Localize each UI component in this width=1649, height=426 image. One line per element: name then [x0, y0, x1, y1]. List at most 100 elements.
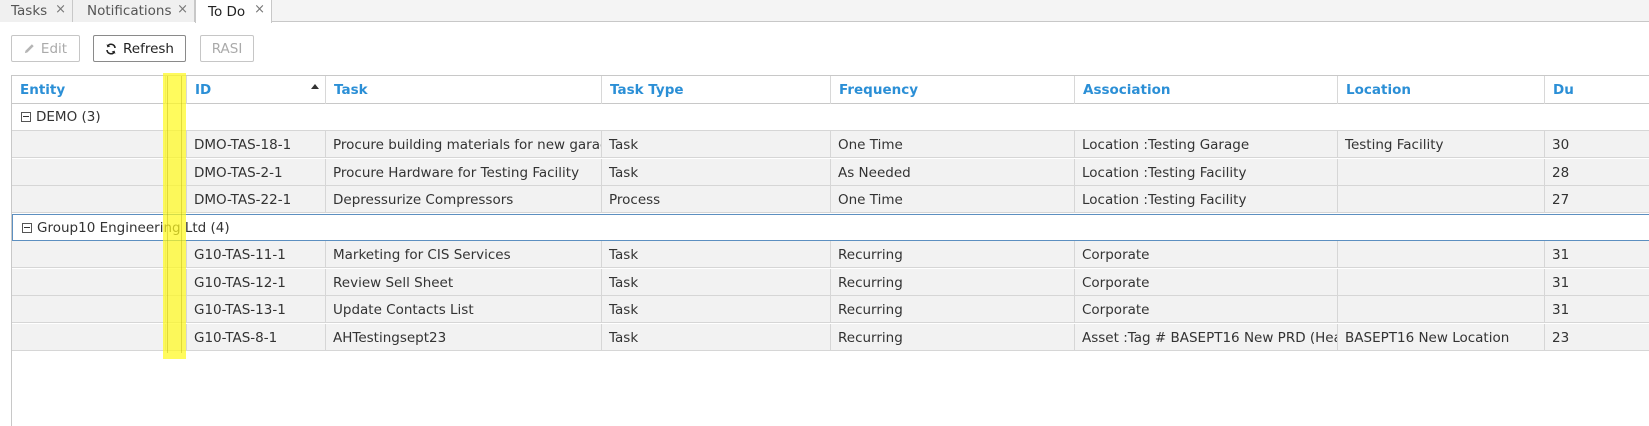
association-cell: Location :Testing Garage: [1075, 131, 1338, 158]
table-row[interactable]: G10-TAS-11-1 Marketing for CIS Services …: [12, 241, 1649, 268]
column-header-due[interactable]: Du: [1545, 76, 1649, 104]
frequency-cell: Recurring: [831, 296, 1075, 323]
column-header-location[interactable]: Location: [1338, 76, 1545, 104]
table-row[interactable]: DMO-TAS-22-1 Depressurize Compressors Pr…: [12, 186, 1649, 213]
association-cell: Location :Testing Facility: [1075, 159, 1338, 186]
due-cell: 31: [1552, 301, 1570, 318]
close-icon[interactable]: ×: [55, 2, 66, 17]
location-cell: [1338, 296, 1545, 323]
task-cell: Depressurize Compressors: [326, 186, 602, 213]
tab-label: Tasks: [11, 3, 48, 19]
tab-bar: Tasks × Notifications × To Do ×: [0, 0, 1649, 23]
entity-cell: [12, 186, 166, 213]
task-type-cell: Task: [602, 296, 831, 323]
column-header-id[interactable]: ID: [187, 76, 326, 104]
select-cell[interactable]: [166, 159, 187, 186]
frequency-cell: Recurring: [831, 324, 1075, 351]
entity-cell: [12, 131, 166, 158]
due-cell: 28: [1552, 164, 1570, 181]
tab-tasks[interactable]: Tasks ×: [0, 0, 73, 22]
frequency-cell: One Time: [831, 131, 1075, 158]
tab-to-do[interactable]: To Do ×: [195, 0, 272, 23]
frequency-cell: Recurring: [831, 269, 1075, 296]
task-type-cell: Task: [602, 241, 831, 268]
table-row[interactable]: G10-TAS-8-1 AHTestingsept23 Task Recurri…: [12, 324, 1649, 351]
frequency-cell: One Time: [831, 186, 1075, 213]
column-header-entity[interactable]: Entity: [12, 76, 166, 104]
task-cell: Review Sell Sheet: [326, 269, 602, 296]
due-cell: 31: [1552, 246, 1570, 263]
rasi-button[interactable]: RASI: [200, 35, 254, 62]
pencil-icon: [24, 43, 35, 54]
table-row[interactable]: DMO-TAS-18-1 Procure building materials …: [12, 131, 1649, 158]
task-cell: AHTestingsept23: [326, 324, 602, 351]
task-cell: Procure building materials for new garag…: [326, 131, 602, 158]
refresh-button[interactable]: Refresh: [93, 35, 186, 62]
collapse-icon[interactable]: [21, 112, 31, 122]
tab-notifications[interactable]: Notifications ×: [73, 0, 195, 22]
todo-grid: Entity ID Task Task Type Frequency Assoc…: [11, 75, 1649, 426]
task-type-cell: Task: [602, 324, 831, 351]
sort-ascending-icon: [311, 84, 319, 89]
frequency-cell: As Needed: [831, 159, 1075, 186]
close-icon[interactable]: ×: [177, 2, 188, 17]
entity-cell: [12, 159, 166, 186]
refresh-icon: [105, 43, 117, 55]
group-row-demo[interactable]: DEMO (3): [12, 104, 1649, 131]
id-cell: G10-TAS-13-1: [187, 296, 326, 323]
task-cell: Marketing for CIS Services: [326, 241, 602, 268]
frequency-cell: Recurring: [831, 241, 1075, 268]
association-cell: Corporate: [1075, 269, 1338, 296]
id-cell: DMO-TAS-2-1: [187, 159, 326, 186]
select-cell[interactable]: [166, 131, 187, 158]
id-cell: DMO-TAS-22-1: [187, 186, 326, 213]
due-cell: 30: [1552, 136, 1570, 153]
select-cell[interactable]: [166, 324, 187, 351]
column-header-label: ID: [195, 82, 212, 98]
group-label: Group10 Engineering Ltd (4): [37, 219, 230, 236]
location-cell: [1338, 159, 1545, 186]
select-cell[interactable]: [166, 241, 187, 268]
collapse-icon[interactable]: [22, 222, 32, 233]
select-cell[interactable]: [166, 269, 187, 296]
location-cell: Testing Facility: [1338, 131, 1545, 158]
due-cell: 27: [1552, 191, 1570, 208]
id-cell: G10-TAS-11-1: [187, 241, 326, 268]
column-header-task[interactable]: Task: [326, 76, 602, 104]
edit-button[interactable]: Edit: [11, 35, 80, 62]
table-row[interactable]: G10-TAS-13-1 Update Contacts List Task R…: [12, 296, 1649, 323]
association-cell: Corporate: [1075, 296, 1338, 323]
task-type-cell: Task: [602, 159, 831, 186]
entity-cell: [12, 269, 166, 296]
entity-cell: [12, 241, 166, 268]
location-cell: BASEPT16 New Location: [1338, 324, 1545, 351]
edit-label: Edit: [40, 40, 68, 57]
association-cell: Location :Testing Facility: [1075, 186, 1338, 213]
task-type-cell: Task: [602, 269, 831, 296]
grid-header: Entity ID Task Task Type Frequency Assoc…: [12, 76, 1649, 104]
tab-label: To Do: [208, 3, 246, 20]
table-row[interactable]: G10-TAS-12-1 Review Sell Sheet Task Recu…: [12, 269, 1649, 296]
select-cell[interactable]: [166, 186, 187, 213]
table-row[interactable]: DMO-TAS-2-1 Procure Hardware for Testing…: [12, 159, 1649, 186]
group-label: DEMO (3): [36, 109, 101, 125]
column-header-association[interactable]: Association: [1075, 76, 1338, 104]
id-cell: G10-TAS-8-1: [187, 324, 326, 351]
column-header-task-type[interactable]: Task Type: [602, 76, 831, 104]
column-header-select[interactable]: [166, 76, 187, 104]
id-cell: G10-TAS-12-1: [187, 269, 326, 296]
association-cell: Corporate: [1075, 241, 1338, 268]
column-header-frequency[interactable]: Frequency: [831, 76, 1075, 104]
group-row-group10[interactable]: Group10 Engineering Ltd (4): [12, 214, 1649, 241]
select-cell[interactable]: [166, 296, 187, 323]
location-cell: [1338, 269, 1545, 296]
id-cell: DMO-TAS-18-1: [187, 131, 326, 158]
refresh-label: Refresh: [123, 40, 174, 57]
location-cell: [1338, 186, 1545, 213]
entity-cell: [12, 296, 166, 323]
task-type-cell: Process: [602, 186, 831, 213]
tab-label: Notifications: [87, 3, 172, 19]
close-icon[interactable]: ×: [254, 2, 265, 17]
entity-cell: [12, 324, 166, 351]
location-cell: [1338, 241, 1545, 268]
